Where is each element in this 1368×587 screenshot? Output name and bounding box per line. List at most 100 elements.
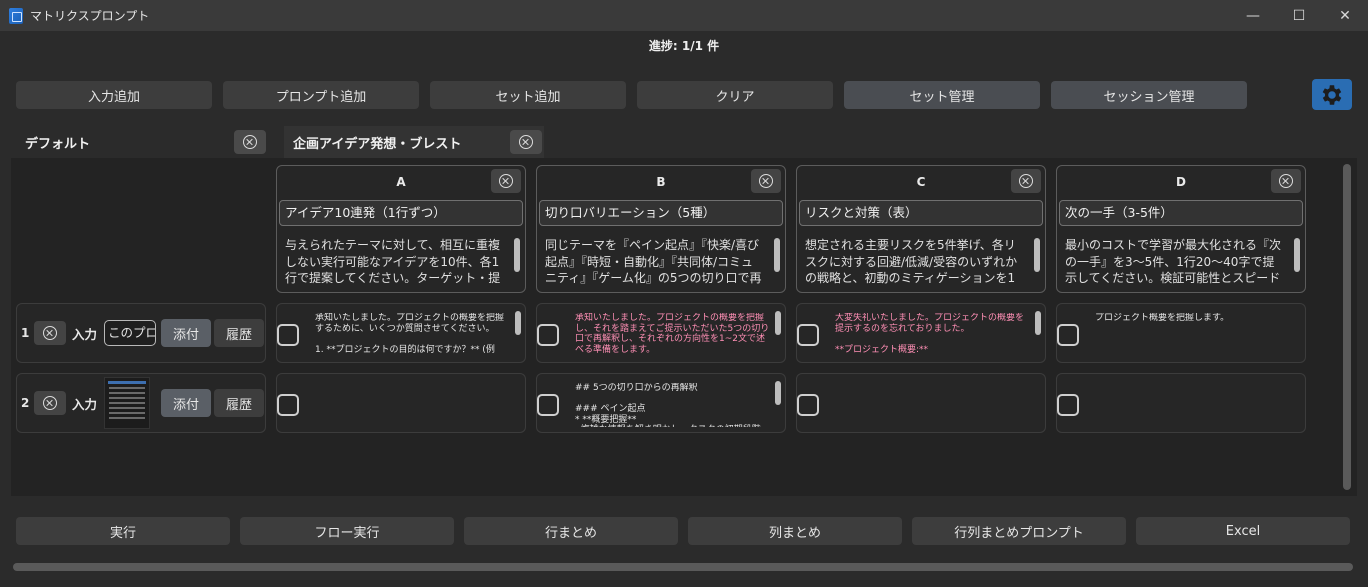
cell-checkbox[interactable] xyxy=(797,394,819,416)
column-summary-button[interactable]: 列まとめ xyxy=(688,517,902,545)
attached-image-thumbnail[interactable] xyxy=(104,377,150,429)
column-scrollbar[interactable] xyxy=(1034,238,1040,272)
column-scrollbar[interactable] xyxy=(514,238,520,272)
cell-result-text: 承知いたしました。プロジェクトの概要を把握し、それを踏まえてご提示いただいた5つ… xyxy=(575,313,770,355)
result-cell[interactable]: 承知いたしました。プロジェクトの概要を把握するために、いくつか質問させてください… xyxy=(276,303,526,363)
column-prompt-text[interactable]: 与えられたテーマに対して、相互に重複しない実行可能なアイデアを10件、各1行で提… xyxy=(285,237,505,287)
column-title-input[interactable]: リスクと対策（表） xyxy=(799,200,1043,226)
close-circle-icon xyxy=(43,326,57,340)
horizontal-scrollbar[interactable] xyxy=(13,563,1353,571)
close-circle-icon xyxy=(1279,174,1293,188)
cell-checkbox[interactable] xyxy=(277,394,299,416)
result-cell[interactable] xyxy=(1056,373,1306,433)
result-cell[interactable]: 承知いたしました。プロジェクトの概要を把握し、それを踏まえてご提示いただいた5つ… xyxy=(536,303,786,363)
cell-scrollbar[interactable] xyxy=(775,311,781,335)
run-button[interactable]: 実行 xyxy=(16,517,230,545)
row-delete-button[interactable] xyxy=(34,321,66,345)
progress-label: 進捗: 1/1 件 xyxy=(648,39,720,53)
column-scrollbar[interactable] xyxy=(774,238,780,272)
column-letter: B xyxy=(656,175,666,189)
bottom-toolbar: 実行 フロー実行 行まとめ 列まとめ 行列まとめプロンプト Excel xyxy=(16,517,1350,545)
flow-run-button[interactable]: フロー実行 xyxy=(240,517,454,545)
tab-brainstorm[interactable]: 企画アイデア発想・ブレスト xyxy=(284,126,544,158)
row-delete-button[interactable] xyxy=(34,391,66,415)
add-set-button[interactable]: セット追加 xyxy=(430,81,626,109)
column-delete-button[interactable] xyxy=(1011,169,1041,193)
session-manage-button[interactable]: セッション管理 xyxy=(1051,81,1247,109)
row-number: 1 xyxy=(21,326,30,340)
cell-result-text xyxy=(315,383,511,427)
history-button[interactable]: 履歴 xyxy=(214,389,264,417)
cell-checkbox[interactable] xyxy=(537,394,559,416)
tab-label: デフォルト xyxy=(25,136,91,152)
column-delete-button[interactable] xyxy=(751,169,781,193)
result-cell[interactable] xyxy=(276,373,526,433)
column-prompt-text[interactable]: 想定される主要リスクを5件挙げ、各リスクに対する回避/低減/受容のいずれかの戦略… xyxy=(805,237,1025,287)
cell-checkbox[interactable] xyxy=(537,324,559,346)
row-input-field[interactable]: このプロ xyxy=(104,320,156,346)
gear-icon xyxy=(1322,84,1342,105)
column-card-c: C リスクと対策（表） 想定される主要リスクを5件挙げ、各リスクに対する回避/低… xyxy=(796,165,1046,293)
column-card-a: A アイデア10連発（1行ずつ） 与えられたテーマに対して、相互に重複しない実行… xyxy=(276,165,526,293)
row-2-controls: 2 入力 添付 履歴 xyxy=(16,373,266,433)
close-circle-icon xyxy=(243,135,257,149)
close-circle-icon xyxy=(1019,174,1033,188)
column-delete-button[interactable] xyxy=(491,169,521,193)
cell-result-text xyxy=(1095,383,1291,427)
column-prompt-text[interactable]: 同じテーマを『ペイン起点』『快楽/喜び起点』『時短・自動化』『共同体/コミュニテ… xyxy=(545,237,765,287)
tab-close-button[interactable] xyxy=(510,130,542,154)
matrix-summary-prompt-button[interactable]: 行列まとめプロンプト xyxy=(912,517,1126,545)
attach-button[interactable]: 添付 xyxy=(161,389,211,417)
result-cell[interactable]: プロジェクト概要を把握します。 xyxy=(1056,303,1306,363)
tab-default[interactable]: デフォルト xyxy=(16,126,268,158)
cell-scrollbar[interactable] xyxy=(515,311,521,335)
column-title-input[interactable]: アイデア10連発（1行ずつ） xyxy=(279,200,523,226)
result-cell[interactable]: 大変失礼いたしました。プロジェクトの概要を提示するのを忘れておりました。 **プ… xyxy=(796,303,1046,363)
add-input-button[interactable]: 入力追加 xyxy=(16,81,212,109)
cell-scrollbar[interactable] xyxy=(775,381,781,405)
column-card-b: B 切り口バリエーション（5種） 同じテーマを『ペイン起点』『快楽/喜び起点』『… xyxy=(536,165,786,293)
top-toolbar: 入力追加 プロンプト追加 セット追加 クリア セット管理 セッション管理 xyxy=(16,81,1247,109)
row-input-label: 入力 xyxy=(72,396,98,412)
row-1-controls: 1 入力 このプロ 添付 履歴 xyxy=(16,303,266,363)
row-summary-button[interactable]: 行まとめ xyxy=(464,517,678,545)
window-title: マトリクスプロンプト xyxy=(30,9,150,23)
cell-checkbox[interactable] xyxy=(1057,394,1079,416)
maximize-button[interactable]: ☐ xyxy=(1276,0,1322,31)
cell-checkbox[interactable] xyxy=(277,324,299,346)
cell-checkbox[interactable] xyxy=(1057,324,1079,346)
close-circle-icon xyxy=(43,396,57,410)
result-cell[interactable] xyxy=(796,373,1046,433)
vertical-scrollbar[interactable] xyxy=(1343,164,1351,490)
add-prompt-button[interactable]: プロンプト追加 xyxy=(223,81,419,109)
cell-checkbox[interactable] xyxy=(797,324,819,346)
minimize-button[interactable]: — xyxy=(1230,0,1276,31)
attach-button[interactable]: 添付 xyxy=(161,319,211,347)
app-icon xyxy=(9,7,23,24)
cell-result-text: ## 5つの切り口からの再解釈 ### ペイン起点 * **概要把握** 複雑な… xyxy=(575,383,761,427)
row-input-label: 入力 xyxy=(72,326,98,342)
history-button[interactable]: 履歴 xyxy=(214,319,264,347)
column-prompt-text[interactable]: 最小のコストで学習が最大化される『次の一手』を3〜5件、1行20〜40字で提示し… xyxy=(1065,237,1285,287)
result-cell[interactable]: ## 5つの切り口からの再解釈 ### ペイン起点 * **概要把握** 複雑な… xyxy=(536,373,786,433)
set-manage-button[interactable]: セット管理 xyxy=(844,81,1040,109)
close-circle-icon xyxy=(759,174,773,188)
column-title-input[interactable]: 次の一手（3-5件） xyxy=(1059,200,1303,226)
close-circle-icon xyxy=(499,174,513,188)
column-scrollbar[interactable] xyxy=(1294,238,1300,272)
clear-button[interactable]: クリア xyxy=(637,81,833,109)
column-title-input[interactable]: 切り口バリエーション（5種） xyxy=(539,200,783,226)
column-letter: D xyxy=(1176,175,1186,189)
cell-result-text xyxy=(835,383,1031,427)
column-letter: C xyxy=(916,175,926,189)
close-circle-icon xyxy=(519,135,533,149)
excel-button[interactable]: Excel xyxy=(1136,517,1350,545)
cell-scrollbar[interactable] xyxy=(1035,311,1041,335)
cell-result-text: 承知いたしました。プロジェクトの概要を把握するために、いくつか質問させてください… xyxy=(315,313,505,355)
column-delete-button[interactable] xyxy=(1271,169,1301,193)
title-bar: マトリクスプロンプト — ☐ ✕ xyxy=(0,0,1368,31)
tab-close-button[interactable] xyxy=(234,130,266,154)
close-window-button[interactable]: ✕ xyxy=(1322,0,1368,31)
settings-button[interactable] xyxy=(1312,79,1352,110)
row-number: 2 xyxy=(21,396,30,410)
